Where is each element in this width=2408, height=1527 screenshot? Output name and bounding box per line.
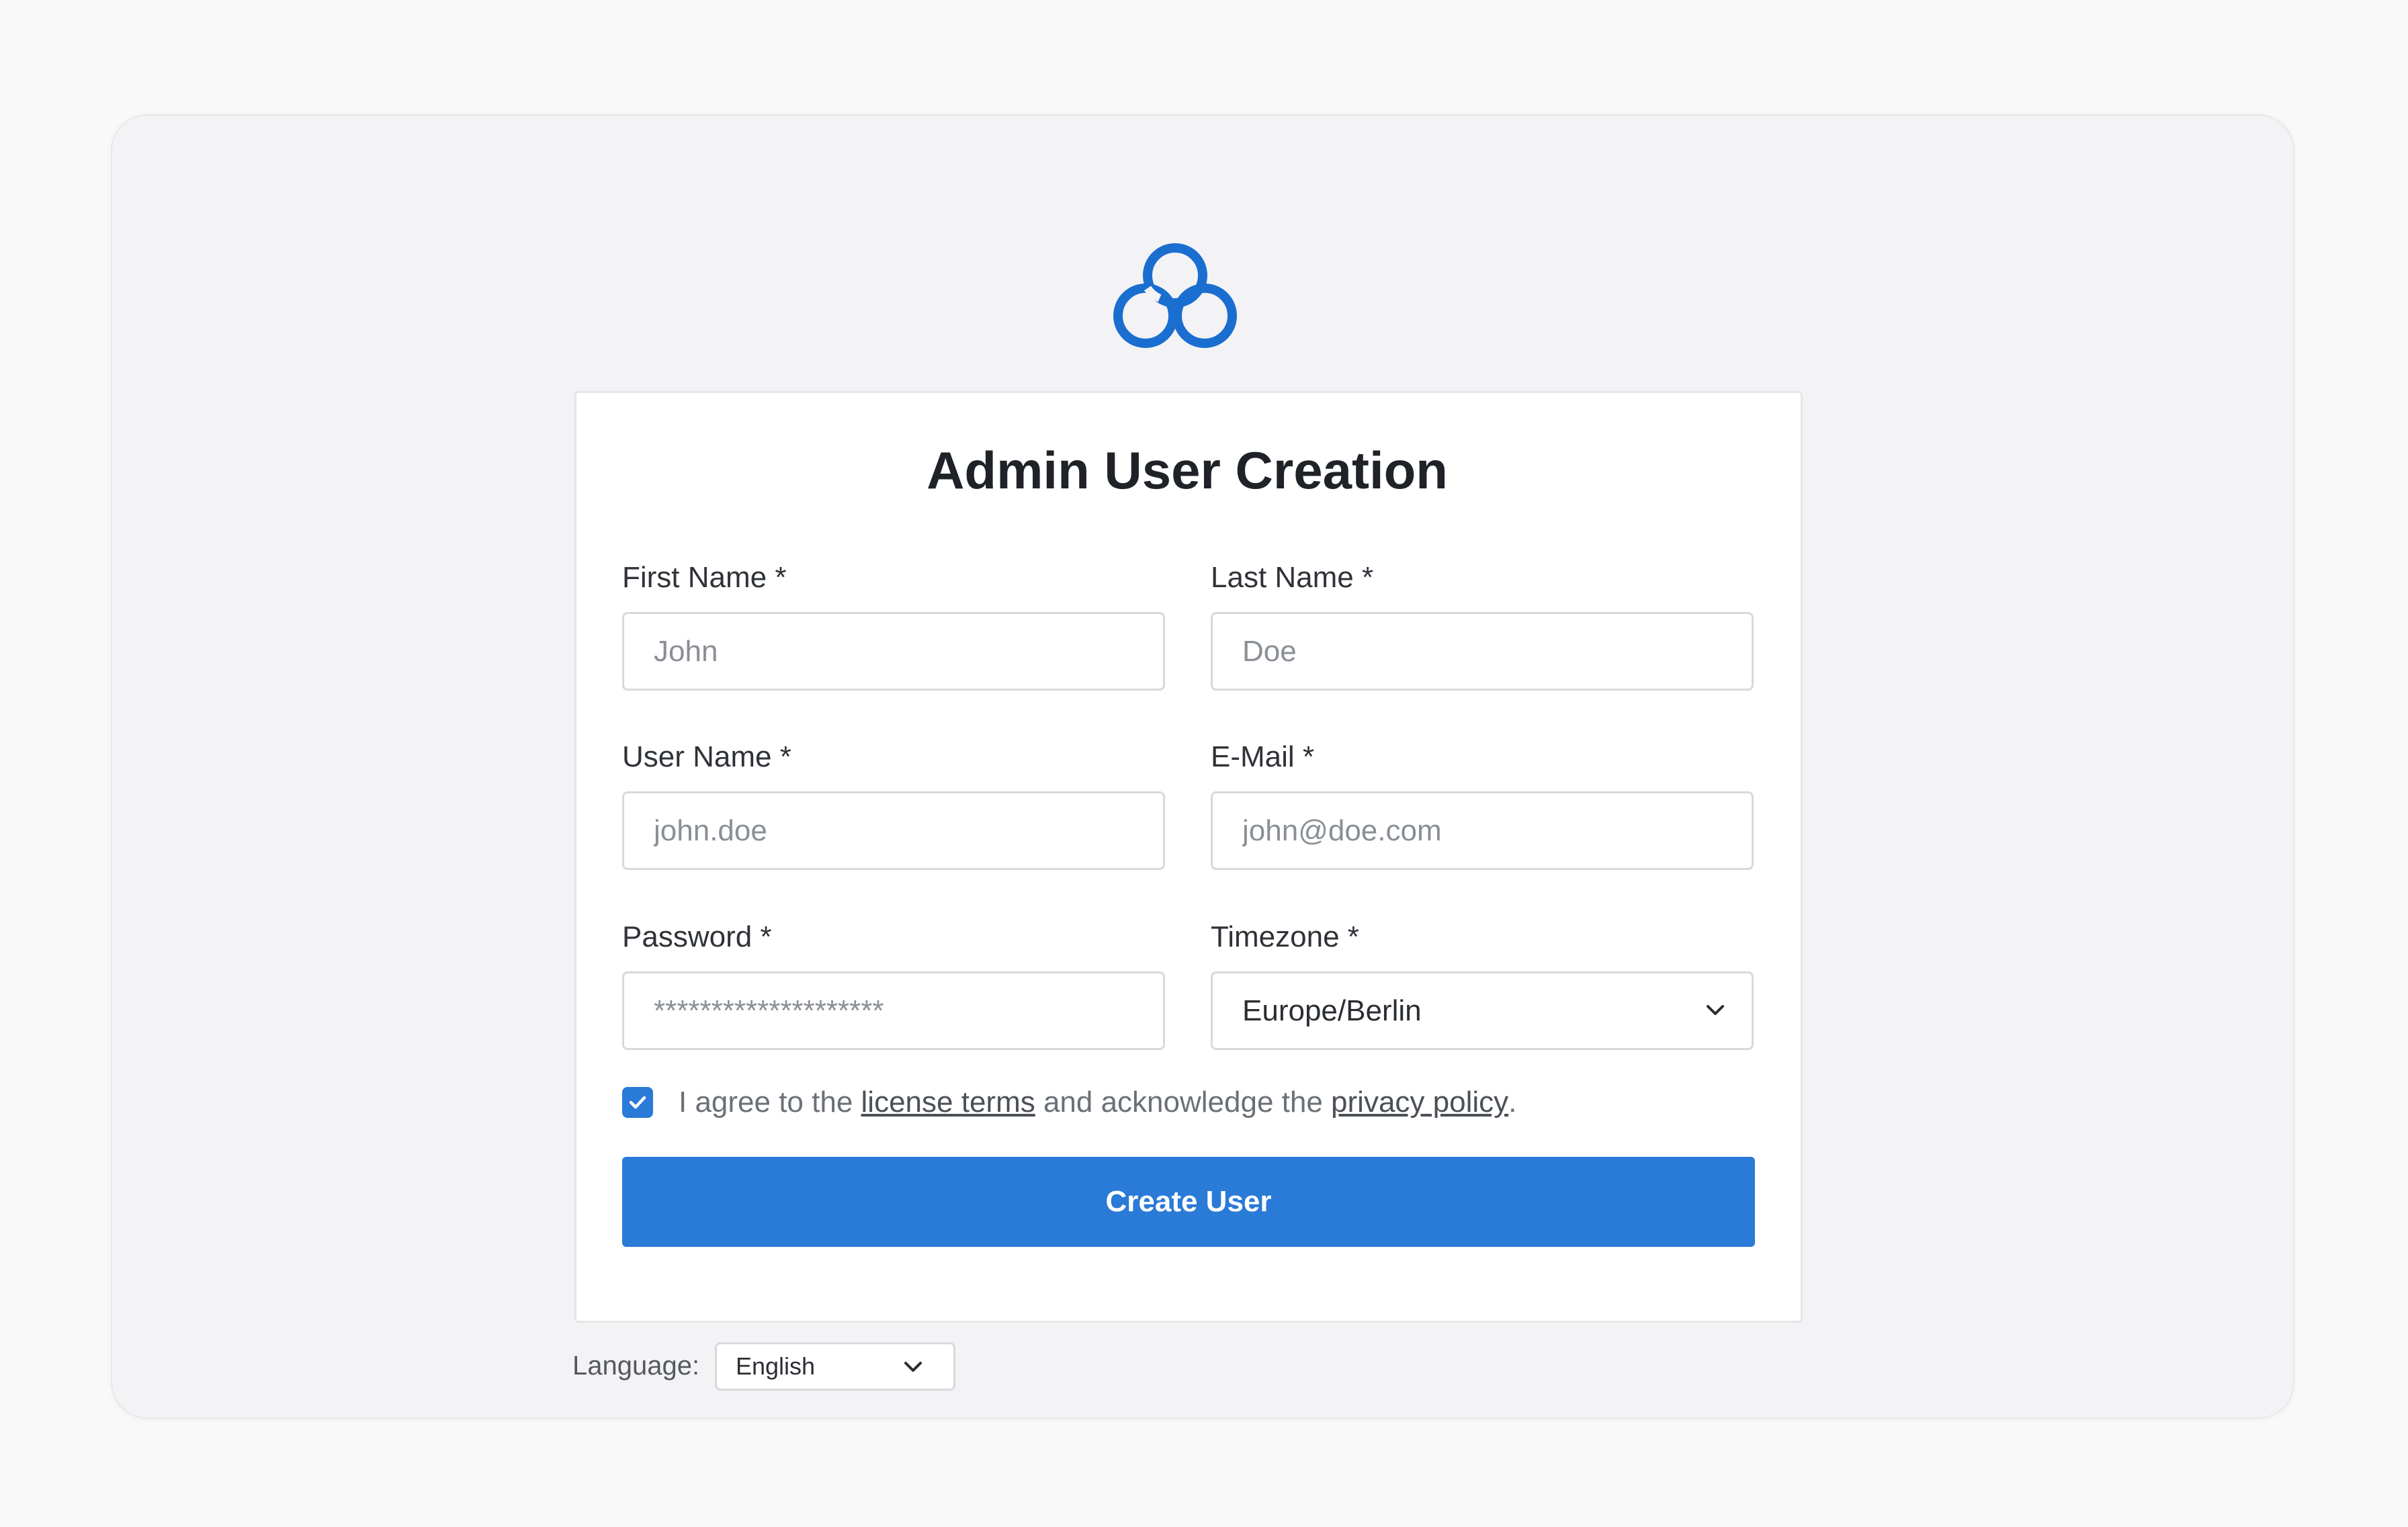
chevron-down-icon: [1707, 1005, 1724, 1015]
language-select[interactable]: English: [715, 1342, 955, 1391]
agree-checkbox[interactable]: [622, 1087, 653, 1118]
timezone-label: Timezone *: [1211, 920, 1359, 953]
timezone-select[interactable]: Europe/Berlin: [1211, 971, 1754, 1050]
email-label: E-Mail *: [1211, 740, 1315, 773]
privacy-policy-link[interactable]: privacy policy: [1331, 1086, 1508, 1119]
timezone-value: Europe/Berlin: [1242, 994, 1422, 1027]
checkmark-icon: [629, 1096, 646, 1109]
first-name-label: First Name *: [622, 561, 787, 594]
first-name-input[interactable]: [622, 612, 1165, 691]
agreement-row: I agree to the license terms and acknowl…: [622, 1085, 1516, 1120]
email-input[interactable]: [1211, 791, 1754, 870]
agreement-text-middle: and acknowledge the: [1035, 1086, 1332, 1119]
create-user-button[interactable]: Create User: [622, 1157, 1755, 1247]
page-title: Admin User Creation: [927, 441, 1448, 500]
last-name-label: Last Name *: [1211, 561, 1374, 594]
language-value: English: [736, 1352, 816, 1380]
chevron-down-icon: [904, 1362, 922, 1372]
agreement-text-prefix: I agree to the: [679, 1086, 861, 1119]
cloud-logo-icon: [1113, 243, 1237, 348]
password-input[interactable]: [622, 971, 1165, 1050]
last-name-input[interactable]: [1211, 612, 1754, 691]
agreement-text-suffix: .: [1508, 1086, 1517, 1119]
user-name-label: User Name *: [622, 740, 791, 773]
language-label: Language:: [572, 1351, 700, 1381]
license-terms-link[interactable]: license terms: [861, 1086, 1035, 1119]
password-label: Password *: [622, 920, 772, 953]
user-name-input[interactable]: [622, 791, 1165, 870]
